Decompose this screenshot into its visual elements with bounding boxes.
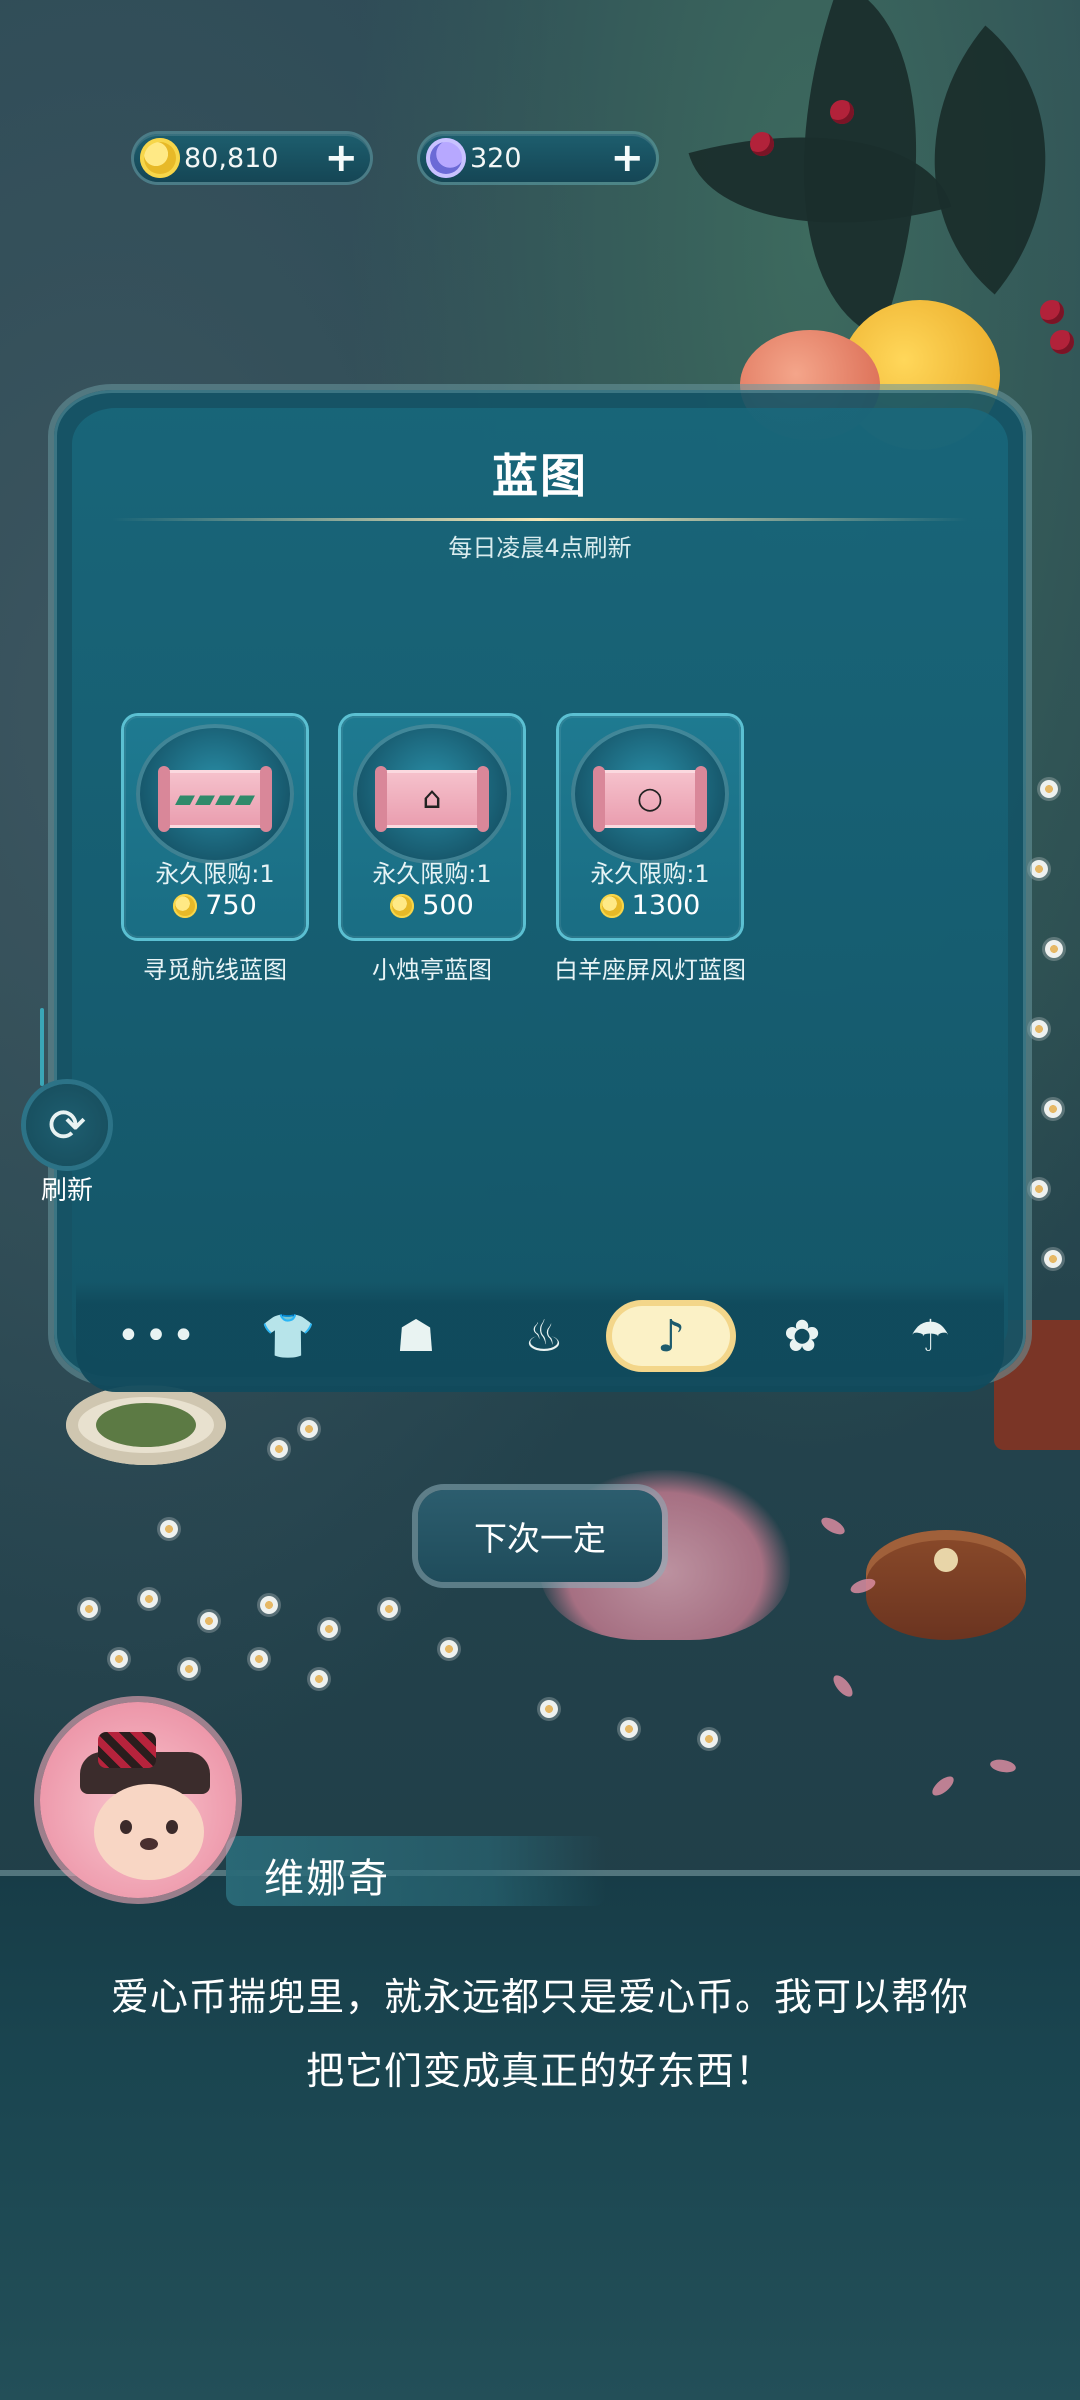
- moon-balance: 320 +: [420, 134, 656, 182]
- flower: [1044, 1100, 1062, 1118]
- avatar-bow: [98, 1732, 156, 1768]
- flower: [1030, 1020, 1048, 1038]
- petal: [818, 1514, 848, 1538]
- coin-balance: 80,810 +: [134, 134, 370, 182]
- purchase-limit: 永久限购:1: [372, 860, 492, 888]
- refresh-button[interactable]: ⟳: [26, 1084, 108, 1166]
- speaker-avatar: [40, 1702, 236, 1898]
- flower: [140, 1590, 158, 1608]
- scroll-icon: ⌂: [375, 766, 489, 832]
- scroll-icon: ▰▰▰▰: [158, 766, 272, 832]
- flower: [260, 1596, 278, 1614]
- petal: [929, 1773, 957, 1799]
- flower: [300, 1420, 318, 1438]
- flower: [1030, 1180, 1048, 1198]
- coin-icon: [599, 893, 624, 918]
- blueprint-tab-icon[interactable]: ♪: [612, 1306, 730, 1366]
- dialogue-line: 爱心币揣兜里，就永远都只是爱心币。我可以帮你: [110, 1975, 969, 2019]
- flower: [540, 1700, 558, 1718]
- flower: [200, 1612, 218, 1630]
- dialogue-line: 把它们变成真正的好东西！: [305, 2049, 774, 2093]
- price-value: 500: [422, 890, 474, 921]
- add-coins-button[interactable]: +: [324, 138, 358, 178]
- item-price: 1300: [559, 890, 741, 921]
- flower: [1040, 780, 1058, 798]
- refresh-label: 刷新: [40, 1176, 93, 1206]
- flower: [160, 1520, 178, 1538]
- berry-decoration: [1040, 300, 1064, 324]
- scroll-icon: ○: [593, 766, 707, 832]
- screen-lamp-icon: ○: [636, 781, 664, 816]
- flower: [110, 1650, 128, 1668]
- refresh-schedule-text: 每日凌晨4点刷新: [448, 534, 632, 562]
- drum-decoration: [866, 1530, 1026, 1640]
- coin-icon: [140, 138, 180, 178]
- flower: [250, 1650, 268, 1668]
- route-blueprint-icon: ▰▰▰▰: [175, 784, 255, 814]
- moon-amount: 320: [470, 142, 522, 174]
- avatar-eye: [120, 1820, 132, 1834]
- avatar-nose: [140, 1838, 158, 1850]
- item-globe: ⌂: [353, 724, 511, 864]
- umbrella-icon[interactable]: ☂: [884, 1306, 976, 1366]
- coin-icon: [390, 893, 415, 918]
- flower: [1044, 1250, 1062, 1268]
- flower: [620, 1720, 638, 1738]
- purchase-limit: 永久限购:1: [590, 860, 710, 888]
- petal: [830, 1672, 856, 1700]
- speaker-name: 维娜奇: [264, 1856, 390, 1902]
- lantern-icon: ⌂: [422, 781, 442, 816]
- add-moons-button[interactable]: +: [610, 138, 644, 178]
- petal: [989, 1757, 1017, 1775]
- item-name: 白羊座屏风灯蓝图: [554, 956, 746, 984]
- blueprint-card[interactable]: ⌂ 永久限购:1 500: [341, 716, 523, 938]
- item-globe: ▰▰▰▰: [136, 724, 294, 864]
- panel-title: 蓝图: [492, 449, 588, 503]
- flower: [80, 1600, 98, 1618]
- flower: [1030, 860, 1048, 878]
- flower: [180, 1660, 198, 1678]
- coin-amount: 80,810: [184, 142, 279, 174]
- furniture-icon[interactable]: ☗: [370, 1306, 462, 1366]
- berry-decoration: [750, 132, 774, 156]
- price-value: 750: [205, 890, 257, 921]
- blueprint-card[interactable]: ○ 永久限购:1 1300: [559, 716, 741, 938]
- flower: [380, 1600, 398, 1618]
- flower: [700, 1730, 718, 1748]
- berry-decoration: [1050, 330, 1074, 354]
- purchase-limit: 永久限购:1: [155, 860, 275, 888]
- item-globe: ○: [571, 724, 729, 864]
- flower-tab-icon[interactable]: ✿: [756, 1306, 848, 1366]
- next-time-button[interactable]: 下次一定: [418, 1490, 662, 1582]
- flower: [270, 1440, 288, 1458]
- moon-icon: [426, 138, 466, 178]
- dialogue-box[interactable]: [0, 1876, 1080, 2400]
- coin-icon: [173, 893, 198, 918]
- refresh-stem: [40, 1008, 44, 1086]
- dialogue-text: 爱心币揣兜里，就永远都只是爱心币。我可以帮你 把它们变成真正的好东西！: [70, 1960, 1010, 2108]
- price-value: 1300: [631, 890, 701, 921]
- item-price: 500: [341, 890, 523, 921]
- clothing-icon[interactable]: 👕: [242, 1306, 334, 1366]
- item-name: 小烛亭蓝图: [372, 956, 492, 984]
- flower: [1045, 940, 1063, 958]
- item-price: 750: [124, 890, 306, 921]
- flower: [440, 1640, 458, 1658]
- avatar-eye: [166, 1820, 178, 1834]
- more-icon[interactable]: •••: [112, 1306, 204, 1366]
- berry-decoration: [830, 100, 854, 124]
- item-name: 寻觅航线蓝图: [143, 956, 287, 984]
- food-platter: [66, 1385, 226, 1465]
- bag-icon[interactable]: ♨: [498, 1306, 590, 1366]
- refresh-icon: ⟳: [47, 1098, 87, 1152]
- flower: [310, 1670, 328, 1688]
- title-divider: [112, 518, 968, 521]
- avatar-face: [94, 1784, 204, 1880]
- blueprint-card[interactable]: ▰▰▰▰ 永久限购:1 750: [124, 716, 306, 938]
- flower: [320, 1620, 338, 1638]
